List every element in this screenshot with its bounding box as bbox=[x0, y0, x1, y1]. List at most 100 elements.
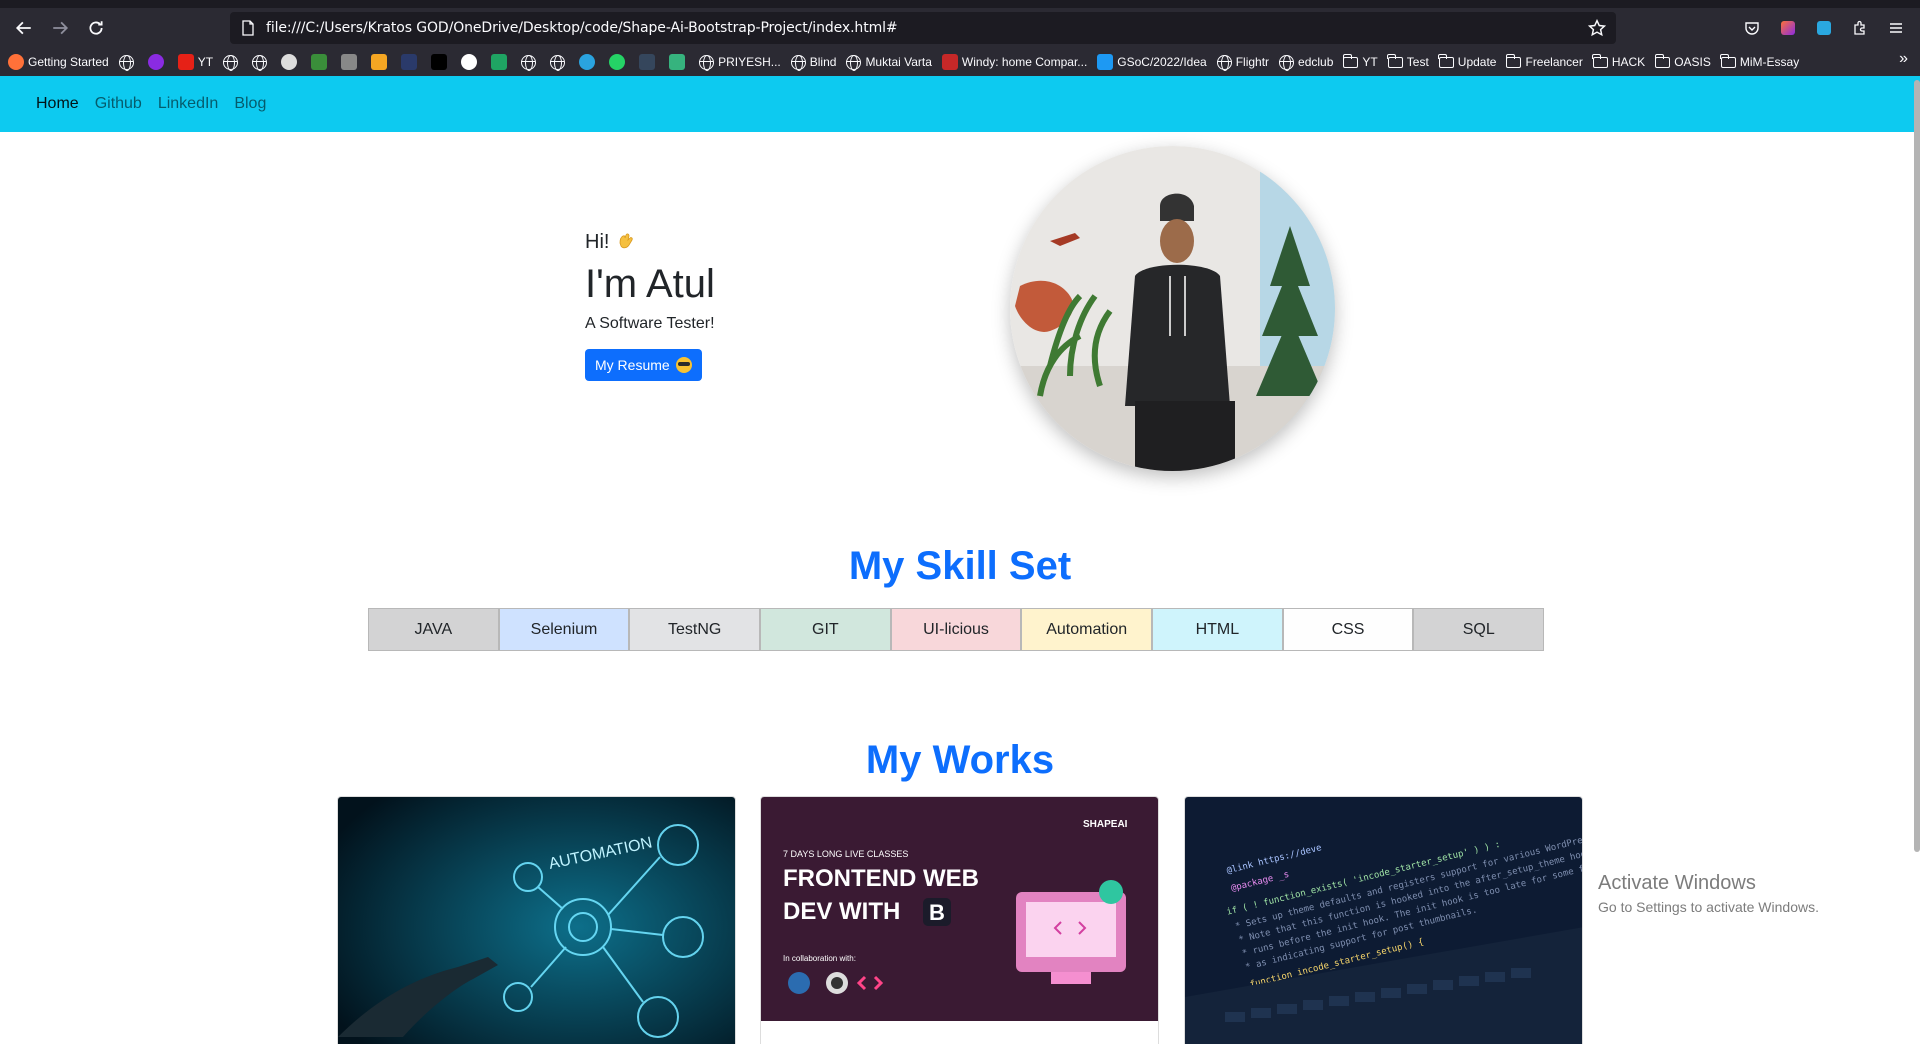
bookmark-label: GSoC/2022/Idea bbox=[1117, 55, 1207, 69]
globe-icon bbox=[223, 54, 239, 71]
windy-icon bbox=[941, 54, 958, 70]
bookmark-item[interactable]: MiM-Essay bbox=[1720, 51, 1799, 73]
globe-icon bbox=[699, 54, 715, 71]
extension-blue-icon[interactable] bbox=[1806, 12, 1842, 44]
bookmark-item[interactable] bbox=[371, 51, 391, 73]
skill-list: JAVA Selenium TestNG GIT UI-licious Auto… bbox=[368, 608, 1545, 651]
bootstrap-badge-letter: B bbox=[929, 900, 945, 925]
bookmark-item[interactable] bbox=[147, 51, 168, 73]
skill-css: CSS bbox=[1282, 608, 1414, 651]
bookmark-item[interactable]: YT bbox=[1342, 51, 1378, 73]
bookmarks-overflow-chevron-icon[interactable]: » bbox=[1899, 50, 1908, 68]
toolbar-right-icons bbox=[1734, 8, 1920, 48]
menu-hamburger-icon[interactable] bbox=[1878, 12, 1914, 44]
sunglasses-emoji-icon bbox=[675, 357, 692, 373]
globe-icon bbox=[118, 54, 134, 71]
bookmark-label: PRIYESH... bbox=[718, 55, 781, 69]
bookmark-label: Freelancer bbox=[1525, 55, 1583, 69]
bookmark-item[interactable]: HACK bbox=[1592, 51, 1645, 73]
reload-button[interactable] bbox=[78, 12, 114, 44]
shapeai-kicker: 7 DAYS LONG LIVE CLASSES bbox=[783, 849, 908, 859]
hi-icon bbox=[431, 54, 448, 70]
folder-icon bbox=[1592, 53, 1608, 68]
bookmark-label: Update bbox=[1457, 55, 1497, 69]
bookmark-item[interactable]: OASIS bbox=[1654, 51, 1711, 73]
works-heading: My Works bbox=[865, 738, 1055, 782]
work-card-automation[interactable]: AUTOMATION bbox=[337, 796, 736, 1044]
skill-git: GIT bbox=[760, 608, 891, 651]
bookmark-item[interactable] bbox=[118, 51, 138, 73]
bookmark-label: Test bbox=[1406, 55, 1429, 69]
skill-testng: TestNG bbox=[629, 608, 761, 651]
site-navbar: Home Github LinkedIn Blog bbox=[0, 76, 1920, 132]
extension-icon[interactable] bbox=[1770, 12, 1806, 44]
folder-icon bbox=[1438, 53, 1454, 68]
nav-linkedin-link[interactable]: LinkedIn bbox=[158, 95, 219, 113]
resume-button[interactable]: My Resume bbox=[585, 349, 702, 381]
bookmark-item[interactable]: YT bbox=[177, 51, 213, 73]
profile-photo-illustration bbox=[1010, 146, 1335, 471]
nav-home-link[interactable]: Home bbox=[36, 95, 79, 113]
bookmark-item[interactable] bbox=[431, 51, 451, 73]
bookmarks-toolbar: Getting Started YT PRIYESH... Blind Muktai V… bbox=[0, 48, 1920, 76]
work-card-code[interactable]: @link https://deve @package _s if ( ! fu… bbox=[1184, 796, 1583, 1044]
bookmark-item[interactable] bbox=[579, 51, 599, 73]
shapeai-line1: FRONTEND WEB bbox=[783, 865, 979, 892]
back-button[interactable] bbox=[6, 12, 42, 44]
bookmark-item[interactable]: edclub bbox=[1279, 51, 1333, 73]
code-screen-image: @link https://deve @package _s if ( ! fu… bbox=[1185, 797, 1582, 1044]
nav-blog-link[interactable]: Blog bbox=[234, 95, 266, 113]
bookmark-item[interactable]: Test bbox=[1387, 51, 1429, 73]
bookmark-item[interactable]: Windy: home Compar... bbox=[941, 51, 1087, 73]
bookmark-item[interactable] bbox=[401, 51, 421, 73]
bookmark-item[interactable]: Flightr bbox=[1216, 51, 1270, 73]
pocket-icon[interactable] bbox=[1734, 12, 1770, 44]
bookmark-item[interactable] bbox=[609, 51, 629, 73]
globe-icon bbox=[1216, 54, 1232, 71]
skill-automation: Automation bbox=[1021, 608, 1153, 651]
bookmark-item[interactable]: PRIYESH... bbox=[699, 51, 781, 73]
bookmark-item[interactable] bbox=[550, 51, 569, 73]
bookmark-item[interactable] bbox=[281, 51, 301, 73]
folder-icon bbox=[1505, 53, 1522, 68]
bookmark-item[interactable]: GSoC/2022/Idea bbox=[1097, 51, 1207, 73]
forward-button[interactable] bbox=[42, 12, 78, 44]
youtube-icon bbox=[177, 54, 194, 70]
hero-tagline: A Software Tester! bbox=[585, 315, 715, 332]
waving-hand-icon bbox=[619, 233, 633, 249]
bookmark-item[interactable]: Getting Started bbox=[8, 51, 109, 73]
bookmark-item[interactable]: Update bbox=[1438, 51, 1497, 73]
bookmark-item[interactable] bbox=[341, 51, 361, 73]
bookmark-item[interactable] bbox=[252, 51, 271, 73]
bookmark-star-icon[interactable] bbox=[1588, 19, 1606, 37]
tumblr-icon bbox=[639, 54, 656, 70]
skill-selenium: Selenium bbox=[498, 608, 630, 651]
page-scrollbar[interactable] bbox=[1914, 80, 1920, 852]
work-card-shapeai[interactable]: SHAPEAI 7 DAYS LONG LIVE CLASSES FRONTEN… bbox=[760, 796, 1159, 1044]
bookmark-label: Muktai Varta bbox=[865, 55, 932, 69]
bookmark-item[interactable] bbox=[639, 51, 659, 73]
cc-icon bbox=[341, 54, 358, 70]
bookmark-label: YT bbox=[1362, 55, 1378, 69]
bookmark-label: Flightr bbox=[1235, 55, 1270, 69]
nav-github-link[interactable]: Github bbox=[95, 95, 142, 113]
windows-activation-watermark: Activate Windows Go to Settings to activ… bbox=[1598, 872, 1819, 915]
extensions-puzzle-icon[interactable] bbox=[1842, 12, 1878, 44]
bookmark-item[interactable] bbox=[491, 51, 511, 73]
window-titlebar-strip bbox=[0, 0, 1920, 8]
bookmark-item[interactable]: Freelancer bbox=[1505, 51, 1583, 73]
url-text: file:///C:/Users/Kratos GOD/OneDrive/Des… bbox=[266, 20, 898, 36]
bookmark-item[interactable] bbox=[223, 51, 242, 73]
bookmark-label: Getting Started bbox=[28, 55, 109, 69]
address-bar[interactable]: file:///C:/Users/Kratos GOD/OneDrive/Des… bbox=[230, 12, 1616, 44]
folder-icon bbox=[1720, 53, 1736, 68]
bookmark-label: edclub bbox=[1298, 55, 1334, 69]
bookmark-item[interactable]: Blind bbox=[790, 51, 836, 73]
bookmark-item[interactable] bbox=[311, 51, 331, 73]
bookmark-item[interactable]: Muktai Varta bbox=[846, 51, 932, 73]
bookmark-item[interactable] bbox=[669, 51, 689, 73]
page-icon bbox=[240, 20, 256, 36]
bookmark-item[interactable] bbox=[461, 51, 481, 73]
skills-heading: My Skill Set bbox=[848, 544, 1072, 588]
bookmark-item[interactable] bbox=[521, 51, 540, 73]
